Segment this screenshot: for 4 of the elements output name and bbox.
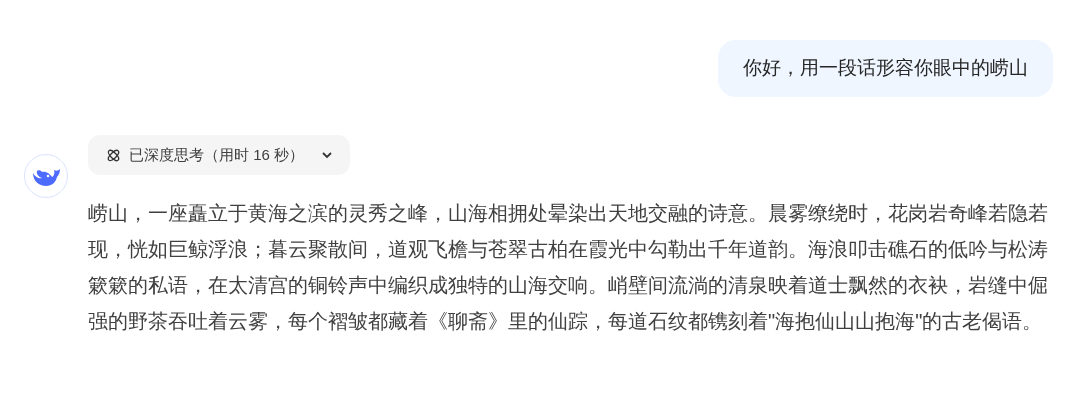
thinking-toggle[interactable]: 已深度思考（用时 16 秒） bbox=[88, 135, 351, 175]
response-text: 崂山，一座矗立于黄海之滨的灵秀之峰，山海相拥处晕染出天地交融的诗意。晨雾缭绕时，花岗岩奇峰若隐若现，恍如巨鲸浮浪；暮云聚散间，道观飞檐与苍翠古柏在霞光中勾勒出千年道韵。海浪叩击礁石的低吟与松涛簌簌的私语，在太清宫的铜铃声中编织成独特的山海交响。峭壁间流淌的清泉映着道士飘然的衣袂，岩缝中倔强的野茶吞吐着云雾，每个褶皱都藏着《聊斋》里的仙踪，每道石纹都镌刻着"海抱仙山山抱海"的古老偈语。 bbox=[88, 201, 1049, 334]
atom-icon bbox=[106, 147, 121, 163]
user-message-bubble: 你好，用一段话形容你眼中的崂山 bbox=[718, 40, 1053, 97]
